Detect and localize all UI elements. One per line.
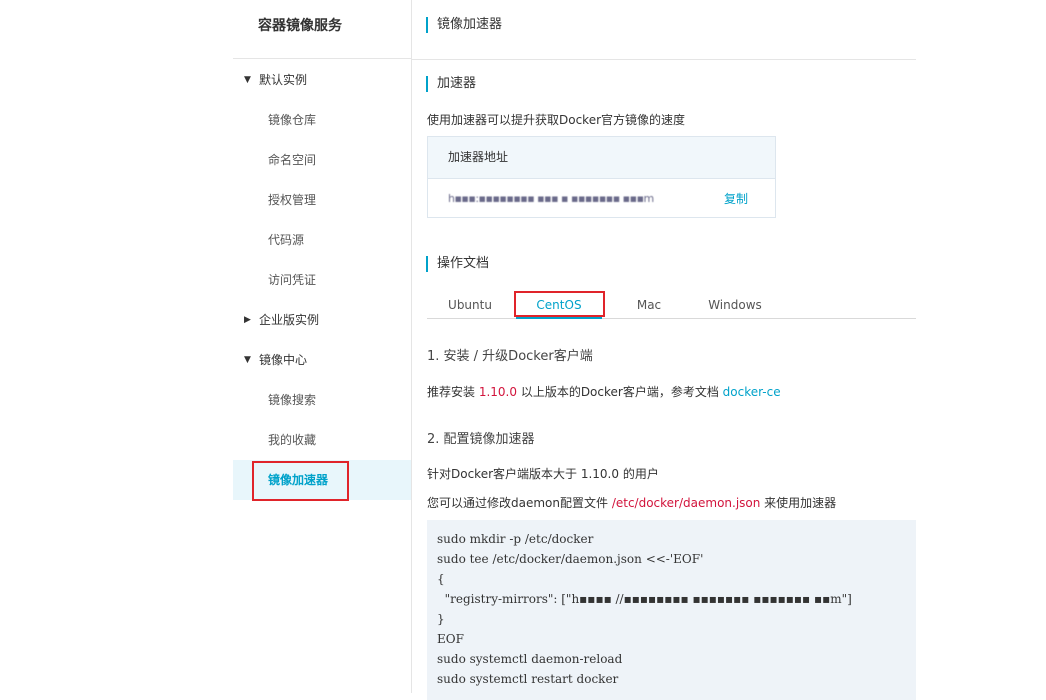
sidebar-item-favorites[interactable]: 我的收藏 (233, 420, 411, 460)
sidebar-item-image-repo[interactable]: 镜像仓库 (233, 100, 411, 140)
step2-line2-a: 您可以通过修改daemon配置文件 (427, 496, 612, 510)
step1-text-b: 以上版本的Docker客户端，参考文档 (517, 385, 723, 399)
code-line: EOF (437, 632, 464, 646)
sidebar-item-image-search[interactable]: 镜像搜索 (233, 380, 411, 420)
step1-text: 推荐安装 1.10.0 以上版本的Docker客户端，参考文档 docker-c… (427, 383, 781, 400)
sidebar-item-code-source[interactable]: 代码源 (233, 220, 411, 260)
accelerator-address-row: h▪▪▪:▪▪▪▪▪▪▪▪ ▪▪▪ ▪ ▪▪▪▪▪▪▪ ▪▪▪m 复制 (428, 179, 775, 219)
sidebar-item-access-credentials[interactable]: 访问凭证 (233, 260, 411, 300)
sidebar-item-label: 命名空间 (268, 153, 317, 167)
step1-title: 1. 安装 / 升级Docker客户端 (427, 349, 593, 364)
sidebar-item-label: 访问凭证 (268, 273, 317, 287)
code-line: { (437, 572, 445, 586)
tab-windows[interactable]: Windows (697, 291, 773, 318)
nav-group-default-instance[interactable]: ▼ 默认实例 (233, 60, 411, 100)
step1-version: 1.10.0 (478, 385, 517, 399)
sidebar-item-label: 镜像搜索 (268, 393, 317, 407)
sidebar-divider (233, 58, 411, 59)
nav-group-image-center[interactable]: ▼ 镜像中心 (233, 340, 411, 380)
sidebar-item-label: 代码源 (268, 233, 305, 247)
caret-down-icon: ▼ (244, 355, 251, 365)
nav-group-label: 企业版实例 (259, 313, 320, 327)
accelerator-address-header: 加速器地址 (428, 137, 775, 179)
page-title: 镜像加速器 (426, 17, 502, 33)
docs-heading: 操作文档 (426, 256, 489, 272)
tab-mac[interactable]: Mac (623, 291, 675, 318)
accelerator-address-value: h▪▪▪:▪▪▪▪▪▪▪▪ ▪▪▪ ▪ ▪▪▪▪▪▪▪ ▪▪▪m (448, 192, 654, 205)
code-line: "registry-mirrors": ["h▪▪▪▪ //▪▪▪▪▪▪▪▪ ▪… (437, 592, 852, 606)
step2-line2-b: 来使用加速器 (760, 496, 837, 510)
highlight-annotation-box (514, 291, 605, 317)
copy-button[interactable]: 复制 (724, 179, 748, 219)
step2-title: 2. 配置镜像加速器 (427, 432, 535, 447)
code-line: } (437, 612, 445, 626)
step2-line2: 您可以通过修改daemon配置文件 /etc/docker/daemon.jso… (427, 494, 836, 511)
accelerator-address-box: 加速器地址 h▪▪▪:▪▪▪▪▪▪▪▪ ▪▪▪ ▪ ▪▪▪▪▪▪▪ ▪▪▪m 复… (427, 136, 776, 218)
sidebar-item-namespace[interactable]: 命名空间 (233, 140, 411, 180)
code-line: sudo mkdir -p /etc/docker (437, 532, 594, 546)
sidebar-item-authorization[interactable]: 授权管理 (233, 180, 411, 220)
code-line: sudo systemctl restart docker (437, 672, 619, 686)
docker-ce-link[interactable]: docker-ce (723, 385, 781, 399)
sidebar-item-label: 我的收藏 (268, 433, 317, 447)
sidebar-title: 容器镜像服务 (258, 18, 342, 34)
accelerator-description: 使用加速器可以提升获取Docker官方镜像的速度 (427, 113, 686, 127)
main-content: 镜像加速器 加速器 使用加速器可以提升获取Docker官方镜像的速度 加速器地址… (412, 0, 916, 700)
nav-group-label: 镜像中心 (259, 353, 308, 367)
header-divider (412, 59, 916, 60)
accelerator-heading: 加速器 (426, 76, 476, 92)
os-tabs: Ubuntu CentOS Mac Windows (427, 291, 916, 319)
caret-down-icon: ▼ (244, 75, 251, 85)
step2-line1: 针对Docker客户端版本大于 1.10.0 的用户 (427, 467, 659, 481)
daemon-json-path: /etc/docker/daemon.json (611, 496, 761, 510)
code-block[interactable]: sudo mkdir -p /etc/docker sudo tee /etc/… (427, 520, 916, 700)
sidebar: 容器镜像服务 ▼ 默认实例 镜像仓库 命名空间 授权管理 代码源 访问凭证 ▶ … (233, 0, 412, 693)
nav-group-enterprise-instance[interactable]: ▶ 企业版实例 (233, 300, 411, 340)
sidebar-item-label: 镜像仓库 (268, 113, 317, 127)
code-line: sudo systemctl daemon-reload (437, 652, 623, 666)
code-line: sudo tee /etc/docker/daemon.json <<-'EOF… (437, 552, 704, 566)
nav-group-label: 默认实例 (259, 73, 308, 87)
sidebar-item-label: 授权管理 (268, 193, 317, 207)
caret-right-icon: ▶ (244, 315, 251, 325)
step1-text-a: 推荐安装 (427, 385, 479, 399)
tab-ubuntu[interactable]: Ubuntu (439, 291, 501, 318)
highlight-annotation-box (252, 461, 349, 501)
